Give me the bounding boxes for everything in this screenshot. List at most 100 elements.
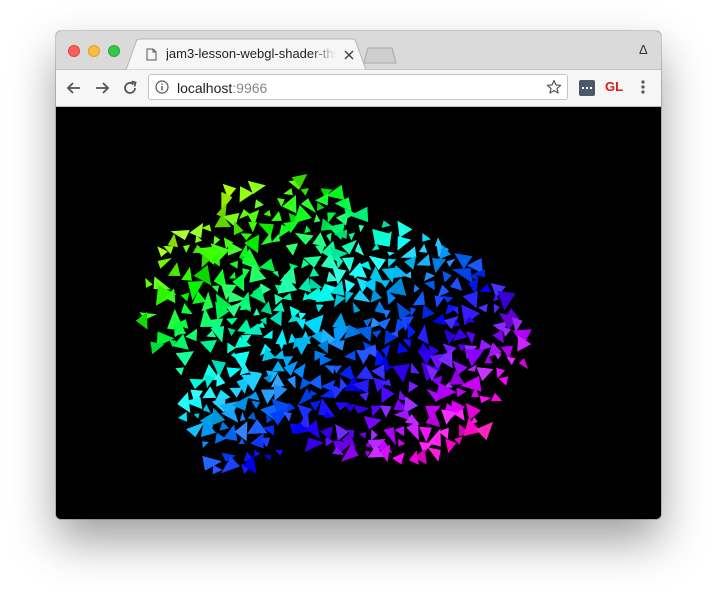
mesh-triangle	[381, 220, 391, 228]
mesh-triangle	[424, 280, 435, 291]
mesh-triangle	[478, 303, 488, 313]
mesh-triangle	[247, 411, 257, 421]
mesh-triangle	[233, 221, 244, 236]
mesh-triangle	[167, 233, 179, 248]
mesh-triangle	[145, 277, 153, 288]
mesh-triangle	[442, 270, 452, 283]
close-window-button[interactable]	[68, 45, 80, 57]
mesh-triangle	[226, 367, 242, 378]
mesh-triangle	[417, 324, 429, 345]
mesh-triangle	[343, 404, 355, 412]
profile-icon[interactable]: Δ	[639, 42, 648, 57]
menu-icon[interactable]	[640, 79, 646, 95]
mesh-triangle	[226, 317, 238, 325]
mesh-triangle	[484, 355, 493, 364]
mesh-triangle	[263, 374, 272, 384]
mesh-triangle	[193, 413, 200, 419]
mesh-triangle	[397, 236, 412, 251]
mesh-triangle	[232, 351, 250, 371]
mesh-triangle	[277, 340, 286, 351]
mesh-triangle	[344, 279, 356, 294]
mesh-triangle	[239, 411, 246, 422]
mesh-triangle	[271, 234, 281, 243]
extension-icon[interactable]	[579, 80, 595, 96]
mesh-triangle	[410, 362, 420, 374]
mesh-triangle	[287, 375, 296, 389]
mesh-triangle	[490, 392, 502, 402]
mesh-triangle	[212, 464, 223, 475]
maximize-window-button[interactable]	[108, 45, 120, 57]
mesh-triangle	[412, 290, 426, 306]
mesh-triangle	[274, 293, 284, 306]
mesh-triangle	[327, 212, 337, 223]
mesh-triangle	[294, 232, 314, 245]
mesh-triangle	[247, 419, 268, 434]
mesh-triangle	[355, 242, 365, 256]
mesh-triangle	[383, 309, 391, 319]
mesh-triangle	[341, 257, 355, 272]
bookmark-star-icon[interactable]	[546, 79, 562, 95]
mesh-triangle	[465, 403, 482, 421]
mesh-triangle	[319, 354, 333, 366]
mesh-triangle	[300, 188, 309, 196]
mesh-triangle	[388, 258, 397, 268]
mesh-triangle	[410, 307, 417, 318]
mesh-triangle	[251, 400, 261, 409]
mesh-triangle	[326, 232, 332, 243]
mesh-triangle	[358, 224, 365, 233]
mesh-triangle	[381, 344, 391, 358]
info-icon[interactable]	[155, 80, 169, 94]
mesh-triangle	[309, 278, 323, 289]
mesh-triangle	[263, 454, 271, 461]
new-tab-button[interactable]	[362, 46, 398, 64]
address-bar[interactable]: localhost:9966	[148, 74, 568, 100]
mesh-triangle	[314, 214, 321, 223]
mesh-triangle	[445, 438, 457, 454]
mesh-triangle	[380, 405, 392, 418]
mesh-triangle	[345, 291, 354, 304]
mesh-triangle	[282, 195, 297, 214]
mesh-triangle	[308, 374, 322, 390]
reload-icon[interactable]	[120, 78, 140, 98]
mesh-triangle	[333, 365, 343, 374]
mesh-triangle	[309, 267, 320, 277]
mesh-triangle	[518, 357, 529, 370]
close-tab-icon[interactable]	[342, 48, 356, 62]
mesh-triangle	[398, 438, 406, 447]
mesh-triangle	[202, 441, 209, 448]
mesh-triangle	[309, 390, 318, 397]
back-icon[interactable]	[64, 78, 84, 98]
gl-extension-button[interactable]: GL	[605, 79, 623, 94]
browser-window: jam3-lesson-webgl-shader-three-js Δ	[56, 31, 661, 519]
mesh-triangle	[446, 258, 456, 267]
mesh-triangle	[349, 206, 369, 223]
webgl-canvas[interactable]	[56, 107, 661, 519]
mesh-triangle	[352, 302, 361, 313]
mesh-triangle	[498, 376, 509, 386]
mesh-triangle	[183, 244, 191, 253]
mesh-triangle	[465, 331, 475, 345]
mesh-triangle	[416, 254, 431, 266]
mesh-triangle	[479, 395, 492, 404]
mesh-triangle	[185, 328, 198, 342]
tab-active[interactable]: jam3-lesson-webgl-shader-three-js	[126, 38, 366, 70]
mesh-triangle	[315, 193, 329, 206]
mesh-triangle	[511, 317, 523, 333]
mesh-triangle	[392, 363, 410, 383]
mesh-triangle	[221, 456, 240, 474]
mesh-triangle	[496, 367, 506, 379]
mesh-triangle	[392, 452, 405, 465]
mesh-triangle	[229, 260, 238, 269]
mesh-triangle	[227, 327, 236, 337]
mesh-triangle	[359, 392, 369, 402]
tab-strip: jam3-lesson-webgl-shader-three-js Δ	[56, 31, 661, 70]
forward-icon[interactable]	[92, 78, 112, 98]
minimize-window-button[interactable]	[88, 45, 100, 57]
mesh-triangle	[381, 386, 395, 404]
mesh-triangle	[263, 209, 271, 217]
mesh-triangle	[272, 302, 285, 312]
mesh-triangle	[497, 291, 516, 311]
mesh-triangle	[180, 292, 190, 302]
mesh-triangle	[406, 421, 419, 441]
mesh-triangle	[371, 364, 385, 380]
